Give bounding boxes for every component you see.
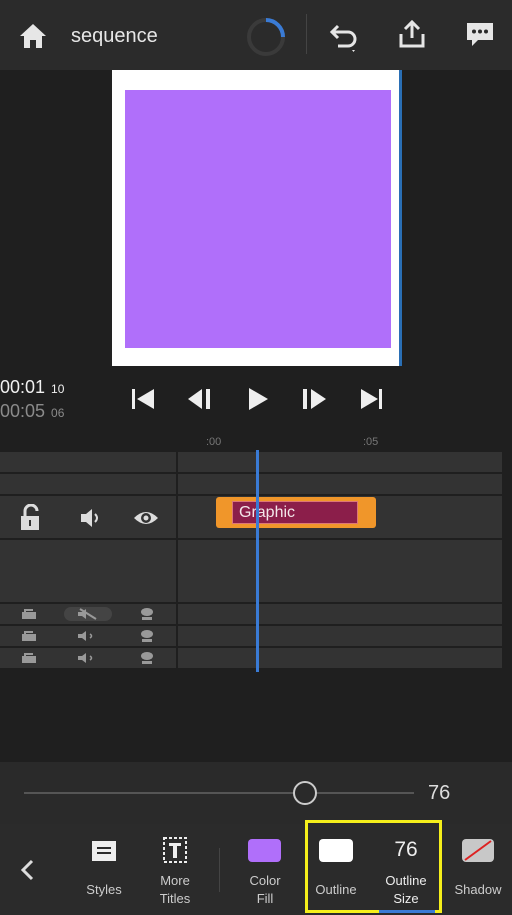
more-titles-icon xyxy=(163,837,187,863)
play-icon[interactable] xyxy=(244,386,272,412)
total-timecode-value: 00:05 xyxy=(0,401,46,421)
track-a3[interactable] xyxy=(178,648,502,668)
color-fill-label-1: Color xyxy=(249,873,281,888)
lock-small-icon[interactable] xyxy=(18,652,40,664)
share-icon[interactable] xyxy=(396,18,428,52)
graphic-clip[interactable]: Graphic xyxy=(216,497,376,528)
skip-to-start-icon[interactable] xyxy=(129,386,157,412)
playhead[interactable] xyxy=(256,450,259,672)
color-fill-label-2: Fill xyxy=(256,891,274,906)
styles-label: Styles xyxy=(86,882,122,897)
highlight-box xyxy=(305,820,442,913)
ruler-mark-0: :00 xyxy=(206,436,222,448)
track-header-a2 xyxy=(0,626,176,646)
outline-size-slider-knob[interactable] xyxy=(292,781,317,805)
track-v2[interactable] xyxy=(178,474,502,494)
eye-icon[interactable] xyxy=(132,506,160,530)
mic-icon[interactable] xyxy=(136,651,158,665)
lock-small-icon[interactable] xyxy=(18,630,40,642)
color-fill-swatch xyxy=(248,839,281,862)
track-a2[interactable] xyxy=(178,626,502,646)
track-v3[interactable] xyxy=(178,452,502,472)
toolbar-separator xyxy=(306,14,307,54)
shadow-none-icon xyxy=(462,839,494,862)
current-timecode-frames: 10 xyxy=(51,382,65,396)
active-tab-indicator xyxy=(379,910,435,913)
graphic-clip-label: Graphic xyxy=(239,504,296,521)
total-timecode: 00:05 06 xyxy=(0,401,64,422)
program-monitor: 00:01 10 00:05 06 xyxy=(0,70,512,442)
current-timecode-value: 00:01 xyxy=(0,377,46,397)
lock-small-icon[interactable] xyxy=(18,608,40,620)
more-titles-label-2: Titles xyxy=(159,891,191,906)
track-header-v3[interactable] xyxy=(0,452,176,472)
styles-icon xyxy=(92,841,116,861)
shadow-label: Shadow xyxy=(454,882,502,897)
outline-size-slider-value: 76 xyxy=(428,782,451,804)
track-header-v2[interactable] xyxy=(0,474,176,494)
total-timecode-frames: 06 xyxy=(51,406,65,420)
track-gap[interactable] xyxy=(178,540,502,602)
more-titles-label-1: More xyxy=(160,873,190,888)
skip-to-end-icon[interactable] xyxy=(358,386,386,412)
step-back-icon[interactable] xyxy=(186,386,214,412)
styles-button[interactable]: Styles xyxy=(78,824,130,915)
render-progress-icon xyxy=(247,18,285,56)
speaker-icon[interactable] xyxy=(78,506,104,530)
ruler-mark-5: :05 xyxy=(363,436,379,448)
track-header-v1 xyxy=(0,496,176,538)
outline-size-slider-panel: 76 xyxy=(0,762,512,824)
back-chevron-icon[interactable] xyxy=(18,858,38,882)
toolbar-divider xyxy=(219,848,220,892)
video-frame[interactable] xyxy=(110,70,402,366)
graphic-clip-body: Graphic xyxy=(232,501,358,524)
undo-icon[interactable] xyxy=(326,20,360,54)
graphic-fill xyxy=(125,90,391,348)
comment-icon[interactable] xyxy=(464,20,496,50)
sequence-title[interactable]: sequence xyxy=(71,25,158,48)
track-header-a3 xyxy=(0,648,176,668)
speaker-small-icon[interactable] xyxy=(76,652,100,664)
home-icon[interactable] xyxy=(18,22,48,50)
mic-icon[interactable] xyxy=(136,629,158,643)
speaker-small-icon[interactable] xyxy=(76,630,100,642)
color-fill-button[interactable]: Color Fill xyxy=(240,824,290,915)
muted-speaker-icon xyxy=(78,608,97,620)
more-titles-button[interactable]: More Titles xyxy=(148,824,202,915)
mic-icon[interactable] xyxy=(136,607,158,621)
shadow-button[interactable]: Shadow xyxy=(450,824,506,915)
step-forward-icon[interactable] xyxy=(300,386,328,412)
top-bar: sequence xyxy=(0,0,512,70)
track-a1[interactable] xyxy=(178,604,502,624)
track-header-gap xyxy=(0,540,176,602)
current-timecode: 00:01 10 xyxy=(0,377,64,398)
unlock-icon[interactable] xyxy=(18,504,44,532)
outline-size-slider-track[interactable] xyxy=(24,792,414,794)
track-header-a1 xyxy=(0,604,176,624)
